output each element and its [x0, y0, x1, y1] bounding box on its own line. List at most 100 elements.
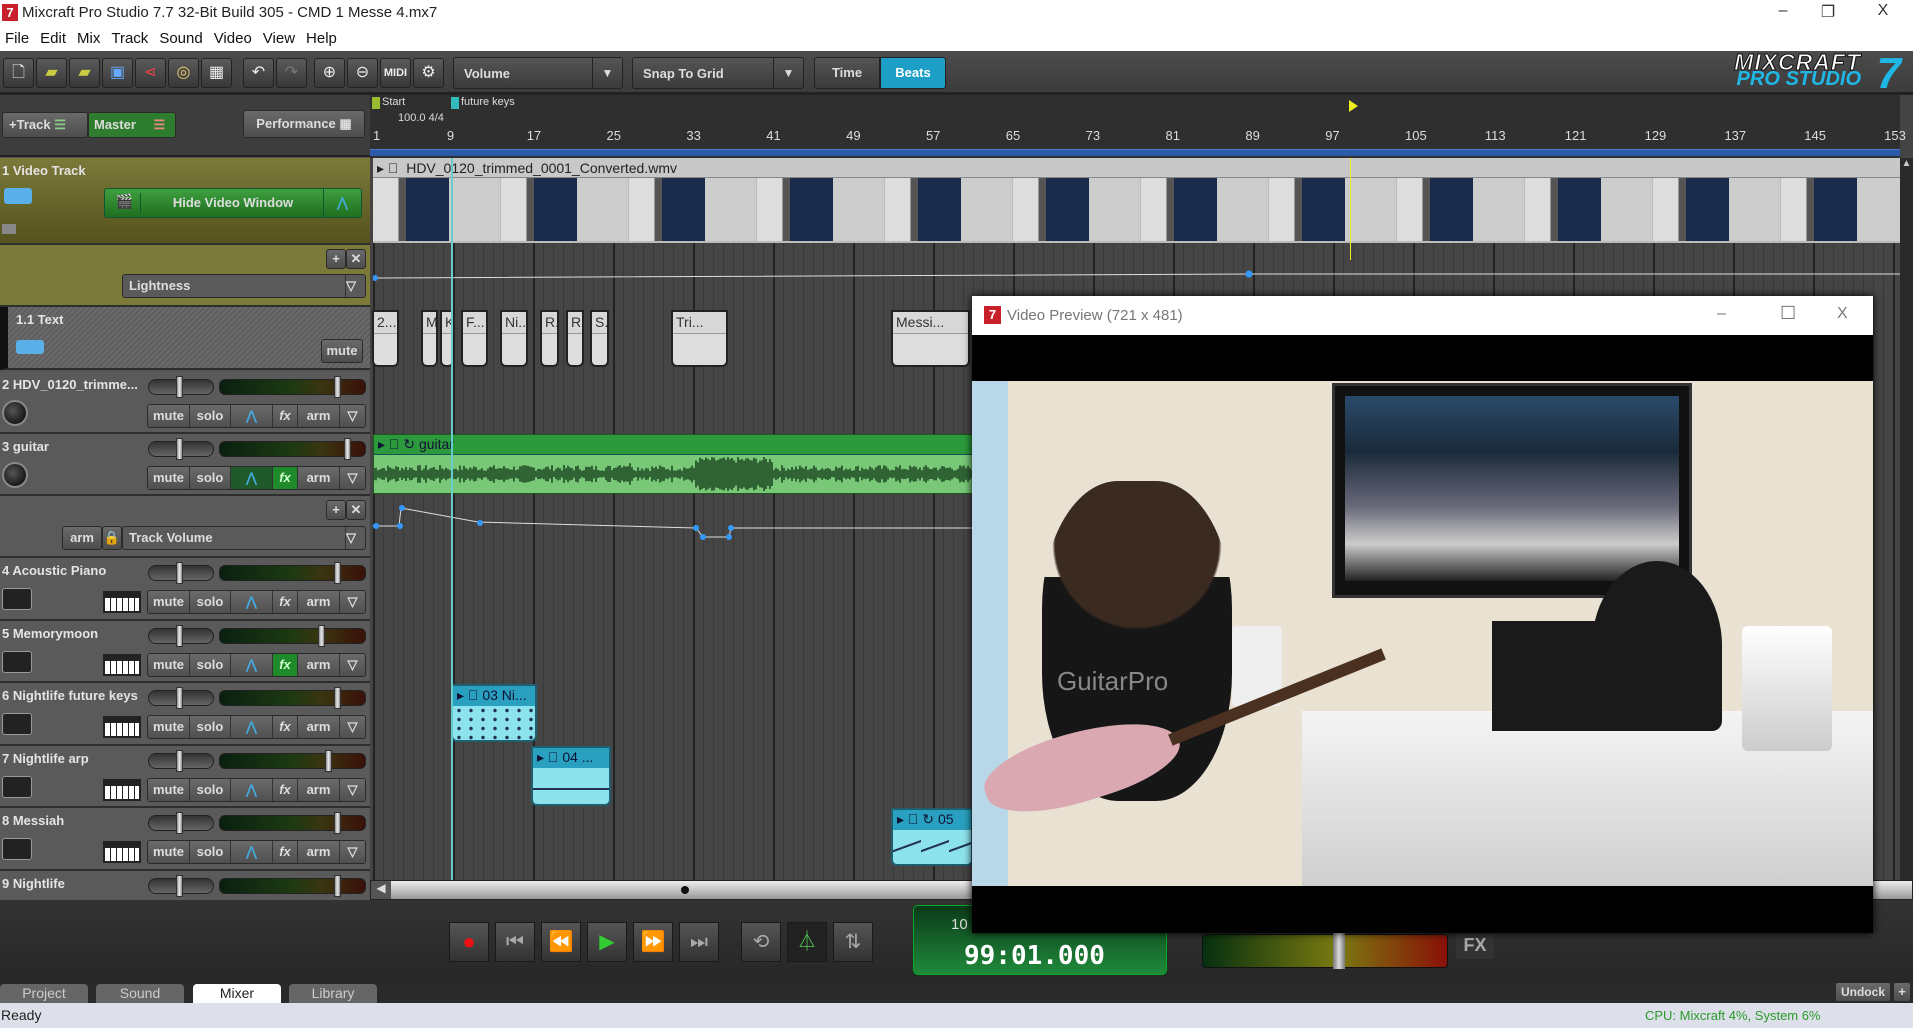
burn-cd-icon[interactable]: ◎ — [168, 58, 199, 88]
volume-slider[interactable] — [219, 624, 366, 647]
arm-button[interactable]: arm — [298, 467, 340, 489]
fx-button[interactable]: fx — [273, 653, 298, 676]
beats-mode-button[interactable]: Beats — [880, 57, 946, 89]
piano-keyboard-icon[interactable] — [103, 778, 141, 801]
play-button[interactable]: ▶ — [587, 922, 627, 962]
volume-slider[interactable] — [219, 812, 366, 835]
solo-button[interactable]: solo — [190, 467, 231, 489]
volume-select[interactable]: Volume ▼ — [453, 57, 623, 89]
master-volume-slider[interactable] — [1202, 933, 1448, 969]
chevron-down-icon[interactable]: ▽ — [340, 591, 365, 613]
volume-knob[interactable] — [334, 376, 341, 398]
close-button[interactable]: X — [1860, 2, 1906, 24]
automation-icon[interactable]: ⋀ — [231, 467, 273, 489]
punch-button[interactable]: ⇅ — [833, 922, 873, 962]
hide-video-window-button[interactable]: 🎬 Hide Video Window ⋀ — [104, 188, 362, 218]
fx-button[interactable]: fx — [273, 716, 298, 739]
menu-mix[interactable]: Mix — [72, 27, 106, 51]
tab-mixer[interactable]: Mixer — [193, 984, 281, 1003]
remove-automation-icon[interactable]: ✕ — [346, 500, 366, 520]
master-button[interactable]: Master ☰ — [88, 112, 176, 138]
pan-knob[interactable] — [176, 438, 183, 460]
pan-slider[interactable] — [148, 562, 214, 584]
volume-knob[interactable] — [334, 562, 341, 584]
menu-help[interactable]: Help — [301, 27, 343, 51]
volume-slider[interactable] — [219, 438, 366, 460]
fx-button[interactable]: fx — [273, 778, 298, 801]
menu-video[interactable]: Video — [209, 27, 258, 51]
mixdown-icon[interactable]: ▦ — [201, 58, 232, 88]
solo-button[interactable]: solo — [190, 778, 231, 801]
add-panel-icon[interactable]: + — [1893, 982, 1911, 1002]
solo-button[interactable]: solo — [190, 716, 231, 739]
mute-button[interactable]: mute — [321, 339, 363, 363]
timeline-ruler[interactable]: Start 100.0 4/4 future keys 1 9 17 25 33 41 49… — [370, 95, 1906, 158]
minimize-button[interactable]: – — [1760, 2, 1806, 24]
restore-button[interactable]: ❐ — [1805, 2, 1851, 24]
pan-knob[interactable] — [176, 687, 183, 710]
open-folder-icon[interactable]: ▰ — [36, 58, 67, 88]
pan-slider[interactable] — [148, 624, 214, 647]
performance-button[interactable]: Performance ▦ — [243, 110, 365, 138]
redo-icon[interactable]: ↷ — [276, 58, 307, 88]
scroll-thumb[interactable] — [681, 886, 689, 894]
volume-slider[interactable] — [219, 749, 366, 772]
video-preview-titlebar[interactable]: 7 Video Preview (721 x 481) – ☐ X — [972, 296, 1873, 335]
mute-button[interactable]: mute — [148, 467, 190, 489]
volume-slider[interactable] — [219, 376, 366, 398]
fx-button[interactable]: fx — [273, 591, 298, 613]
save-icon[interactable]: ▣ — [102, 58, 133, 88]
maximize-button[interactable]: ☐ — [1780, 303, 1796, 324]
open-recent-icon[interactable]: ▰ — [69, 58, 100, 88]
arm-button[interactable]: arm — [298, 716, 340, 739]
automation-arm-button[interactable]: arm — [62, 526, 102, 550]
add-track-button[interactable]: +Track ☰ — [2, 112, 88, 138]
pan-slider[interactable] — [148, 812, 214, 835]
volume-knob[interactable] — [344, 438, 352, 460]
solo-button[interactable]: solo — [190, 653, 231, 676]
chevron-down-icon[interactable]: ▽ — [340, 841, 365, 864]
fx-button[interactable]: fx — [273, 467, 298, 489]
time-mode-button[interactable]: Time — [814, 57, 880, 89]
menu-view[interactable]: View — [258, 27, 301, 51]
text-clip[interactable]: M. — [421, 310, 438, 367]
pan-slider[interactable] — [148, 687, 214, 710]
solo-button[interactable]: solo — [190, 405, 231, 427]
collapse-icon[interactable] — [2, 224, 16, 234]
chevron-down-icon[interactable]: ▽ — [340, 467, 365, 489]
automation-param-select[interactable]: Track Volume ▽ — [122, 526, 366, 550]
midi-clip-nightlife-arp[interactable]: ▸ ⃠ 04 ... — [531, 746, 611, 806]
automation-icon[interactable]: ⋀ — [231, 653, 273, 676]
arm-button[interactable]: arm — [298, 405, 340, 427]
piano-keyboard-icon[interactable] — [103, 716, 141, 739]
close-button[interactable]: X — [1837, 305, 1848, 323]
volume-knob[interactable] — [334, 687, 341, 710]
volume-slider[interactable] — [219, 687, 366, 710]
track-header[interactable]: 7 Nightlife arp mute solo ⋀ fx arm ▽ — [0, 745, 370, 809]
text-clip[interactable]: F... — [461, 310, 488, 367]
text-clip[interactable]: R. — [540, 310, 559, 367]
volume-knob[interactable] — [317, 624, 325, 647]
mute-button[interactable]: mute — [148, 653, 190, 676]
video-clip[interactable]: ▸ ⃠ HDV_0120_trimmed_0001_Converted.wmv — [373, 158, 1900, 243]
text-track-header[interactable]: 1.1 Text mute — [0, 307, 370, 370]
arm-button[interactable]: arm — [298, 591, 340, 613]
volume-knob[interactable] — [334, 875, 341, 897]
menu-file[interactable]: File — [0, 27, 35, 51]
text-clip[interactable]: 2... — [372, 310, 399, 367]
add-automation-icon[interactable]: + — [326, 500, 346, 520]
track-header[interactable]: 5 Memorymoon mute solo ⋀ fx arm ▽ — [0, 620, 370, 684]
pan-knob[interactable] — [176, 749, 183, 772]
fx-button[interactable]: fx — [273, 405, 298, 427]
mute-button[interactable]: mute — [148, 716, 190, 739]
remove-automation-icon[interactable]: ✕ — [346, 249, 366, 269]
midi-clip-nightlife-keys[interactable]: ▸ ⃠ 03 Ni... — [451, 684, 537, 742]
share-icon[interactable]: ⋖ — [135, 58, 166, 88]
piano-keyboard-icon[interactable] — [103, 591, 141, 613]
menu-sound[interactable]: Sound — [154, 27, 208, 51]
text-clip[interactable]: Messi... — [891, 310, 970, 367]
minimize-button[interactable]: – — [1717, 305, 1726, 323]
automation-param-select[interactable]: Lightness ▽ — [122, 274, 366, 298]
lock-icon[interactable]: 🔒 — [102, 526, 122, 550]
tab-project[interactable]: Project — [0, 984, 88, 1003]
